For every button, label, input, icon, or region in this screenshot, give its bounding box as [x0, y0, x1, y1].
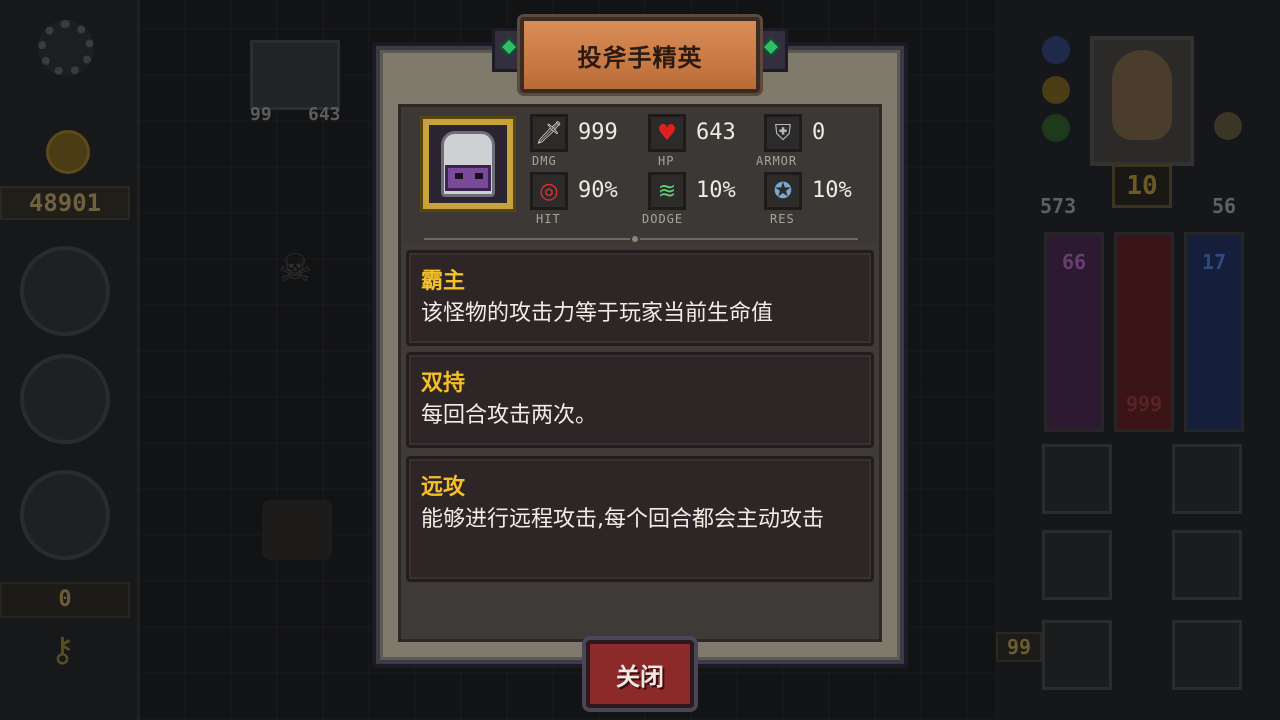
- map-monster-tile[interactable]: [250, 40, 340, 110]
- stat-dmg-label: DMG: [532, 154, 557, 168]
- hero-defense-value: 56: [1212, 194, 1237, 218]
- trait-description: 能够进行远程攻击,每个回合都会主动攻击: [421, 507, 824, 532]
- target-icon: ◎: [530, 172, 568, 210]
- hero-attack-value: 573: [1040, 194, 1077, 218]
- mana-value: 66: [1061, 250, 1087, 274]
- divider-ornament: [630, 234, 640, 244]
- key-counter: 0: [0, 582, 130, 618]
- stat-hp-label: HP: [658, 154, 675, 168]
- stat-res-value: 10%: [812, 178, 852, 203]
- close-button-label: 关闭: [616, 662, 664, 691]
- trait-name: 霸主: [421, 269, 466, 294]
- trait-name: 远攻: [421, 475, 466, 500]
- hero-level-badge: 10: [1112, 164, 1172, 208]
- inventory-slot-heal[interactable]: [1172, 530, 1242, 600]
- inventory-slot-helmet[interactable]: [1172, 444, 1242, 514]
- shield-icon: ⛨: [764, 114, 802, 152]
- skill-slot-2[interactable]: [20, 354, 110, 444]
- stat-armor-value: 0: [812, 120, 826, 145]
- gold-counter: 48901: [0, 186, 130, 220]
- settings-gear-icon[interactable]: [38, 20, 94, 76]
- health-value: 999: [1125, 392, 1163, 416]
- buff-shield-icon: [1042, 36, 1070, 64]
- stat-dodge-value: 10%: [696, 178, 736, 203]
- stat-hp-value: 643: [696, 120, 736, 145]
- stats-divider: [424, 238, 858, 240]
- inventory-slot-fire[interactable]: [1172, 620, 1242, 690]
- buff-sun-icon: [1042, 76, 1070, 104]
- stat-dmg-value: 999: [578, 120, 618, 145]
- sword-icon: 🗡: [530, 114, 568, 152]
- weapon-slot[interactable]: [20, 470, 110, 560]
- trait-description: 该怪物的攻击力等于玩家当前生命值: [421, 301, 774, 326]
- stat-hit-label: HIT: [536, 212, 561, 226]
- inventory-slot-potion[interactable]: [1042, 530, 1112, 600]
- resist-icon: ✪: [764, 172, 802, 210]
- stat-armor-label: ARMOR: [756, 154, 798, 168]
- potion-counter: 99: [996, 632, 1042, 662]
- skull-icon: ☠: [278, 246, 313, 290]
- helmet-visor: [445, 165, 491, 191]
- map-monster-hp: 643: [308, 104, 341, 125]
- map-torch-tile: [262, 500, 332, 560]
- skill-slot-1[interactable]: [20, 246, 110, 336]
- stat-dodge-label: DODGE: [642, 212, 684, 226]
- trait-card: 双持 每回合攻击两次。: [406, 352, 874, 448]
- key-icon: ⚷: [50, 630, 75, 670]
- inventory-slot-mask[interactable]: [1042, 444, 1112, 514]
- stat-hit-value: 90%: [578, 178, 618, 203]
- trait-description: 每回合攻击两次。: [421, 403, 598, 428]
- energy-value: 17: [1201, 250, 1227, 274]
- hero-face: [1112, 50, 1172, 140]
- gold-coin-icon: [46, 130, 90, 174]
- trait-card: 远攻 能够进行远程攻击,每个回合都会主动攻击: [406, 456, 874, 582]
- inventory-slot-potion-2[interactable]: [1042, 620, 1112, 690]
- trait-card: 霸主 该怪物的攻击力等于玩家当前生命值: [406, 250, 874, 346]
- tornado-icon: ≋: [648, 172, 686, 210]
- enemy-name: 投斧手精英: [577, 44, 703, 72]
- trait-name: 双持: [421, 371, 466, 396]
- stat-res-label: RES: [770, 212, 795, 226]
- map-monster-dmg: 99: [250, 104, 272, 125]
- enemy-portrait: [420, 116, 516, 212]
- close-button[interactable]: 关闭: [586, 640, 694, 708]
- heart-icon: ♥: [648, 114, 686, 152]
- skull-small-icon: [1214, 112, 1242, 140]
- buff-leaf-icon: [1042, 114, 1070, 142]
